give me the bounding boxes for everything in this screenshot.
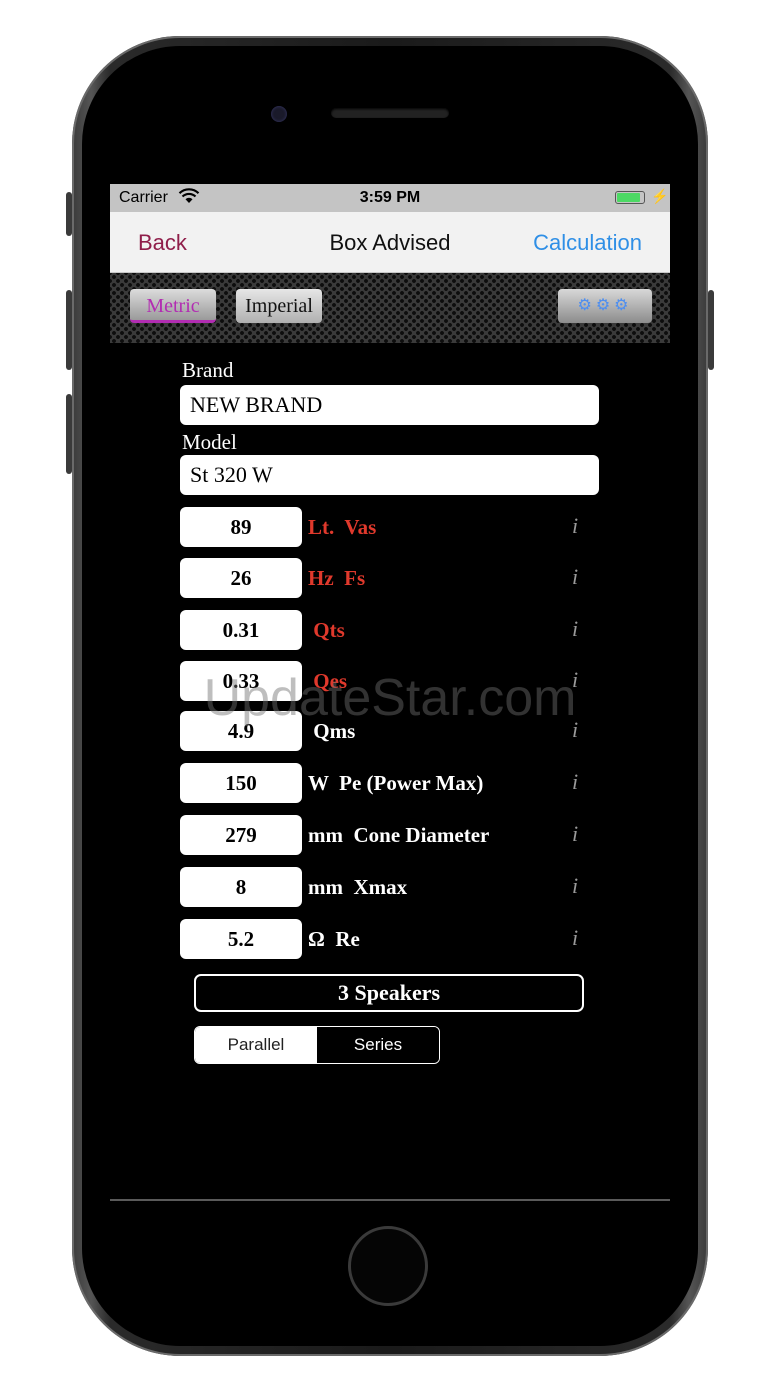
param-value-input[interactable]: 5.2 [180,919,302,959]
info-icon[interactable]: i [572,513,578,539]
param-value-input[interactable]: 0.31 [180,610,302,650]
volume-down-button [66,394,72,474]
info-icon[interactable]: i [572,564,578,590]
imperial-button[interactable]: Imperial [236,289,322,323]
model-input[interactable]: St 320 W [180,455,599,495]
param-value-input[interactable]: 8 [180,867,302,907]
param-row: 8 mm Xmax i [180,867,620,909]
model-label: Model [182,430,237,454]
param-value-input[interactable]: 4.9 [180,711,302,751]
speakers-count-button[interactable]: 3 Speakers [194,974,584,1012]
battery-fill [617,193,640,202]
param-label: Lt. Vas [308,515,377,539]
param-row: 26 Hz Fs i [180,558,620,600]
parallel-segment[interactable]: Parallel [195,1027,317,1063]
param-value-input[interactable]: 26 [180,558,302,598]
info-icon[interactable]: i [572,925,578,951]
info-icon[interactable]: i [572,769,578,795]
series-segment[interactable]: Series [317,1027,439,1063]
param-row: 89 Lt. Vas i [180,507,620,549]
home-button[interactable] [348,1226,428,1306]
metric-button[interactable]: Metric [130,289,216,323]
param-label: Qes [308,669,348,693]
param-value-input[interactable]: 0.33 [180,661,302,701]
param-row: 0.33 Qes i [180,661,620,703]
param-row: 279 mm Cone Diameter i [180,815,620,857]
param-value-input[interactable]: 89 [180,507,302,547]
power-button [708,290,714,370]
settings-gear-icon[interactable]: ⚙⚙⚙ [558,289,652,323]
param-label: Ω Re [308,927,360,951]
status-time: 3:59 PM [359,189,421,206]
info-icon[interactable]: i [572,821,578,847]
param-label: Qts [308,618,345,642]
param-label: W Pe (Power Max) [308,771,484,795]
navigation-bar: Back Box Advised Calculation [110,212,670,273]
param-row: 5.2 Ω Re i [180,919,620,961]
info-icon[interactable]: i [572,873,578,899]
param-row: 0.31 Qts i [180,610,620,652]
param-label: Qms [308,719,356,743]
brand-label: Brand [182,358,234,382]
info-icon[interactable]: i [572,667,578,693]
screen-divider [110,1199,670,1201]
charging-bolt-icon: ⚡ [651,188,669,204]
param-label: mm Cone Diameter [308,823,490,847]
volume-up-button [66,290,72,370]
app-screen: Carrier 3:59 PM ⚡ Back Box Advised Calcu… [110,184,670,1200]
unit-toolbar: Metric Imperial ⚙⚙⚙ [110,273,670,343]
battery-icon [615,191,645,204]
status-bar: Carrier 3:59 PM ⚡ [110,184,670,212]
param-value-input[interactable]: 150 [180,763,302,803]
mute-switch [66,192,72,236]
calculation-button[interactable]: Calculation [533,230,642,256]
earpiece-speaker [331,108,449,118]
wiring-segmented-control: Parallel Series [194,1026,440,1064]
info-icon[interactable]: i [572,717,578,743]
param-row: 150 W Pe (Power Max) i [180,763,620,805]
param-row: 4.9 Qms i [180,711,620,753]
front-camera [271,106,287,122]
brand-input[interactable]: NEW BRAND [180,385,599,425]
param-label: Hz Fs [308,566,366,590]
info-icon[interactable]: i [572,616,578,642]
param-label: mm Xmax [308,875,408,899]
param-value-input[interactable]: 279 [180,815,302,855]
